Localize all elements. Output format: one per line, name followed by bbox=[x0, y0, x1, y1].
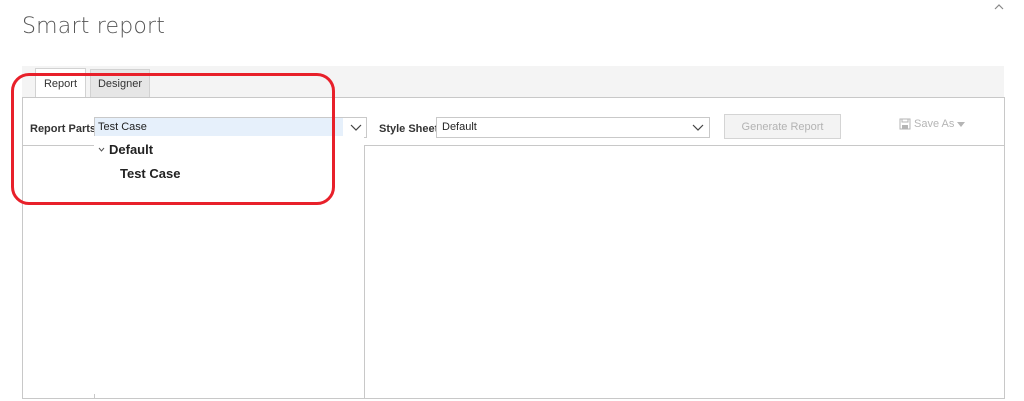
generate-report-button[interactable]: Generate Report bbox=[724, 114, 841, 139]
save-as-button[interactable]: Save As bbox=[899, 118, 966, 130]
tab-designer-label: Designer bbox=[97, 77, 143, 90]
window-title: Smart report bbox=[22, 14, 166, 39]
tab-report[interactable]: Report bbox=[35, 68, 86, 98]
tree-pane-divider bbox=[364, 145, 365, 398]
report-parts-dropdown-list[interactable]: Default Test Case bbox=[94, 136, 364, 394]
style-sheet-label: Style Sheet: bbox=[379, 123, 442, 135]
expand-chevron-icon[interactable] bbox=[98, 146, 105, 153]
caret-down-icon bbox=[957, 122, 966, 127]
tab-report-label: Report bbox=[43, 77, 78, 90]
style-sheet-combobox[interactable]: Default bbox=[436, 117, 710, 138]
chevron-down-icon[interactable] bbox=[350, 121, 362, 133]
chevron-down-icon[interactable] bbox=[692, 121, 704, 133]
report-parts-label: Report Parts: bbox=[30, 123, 100, 135]
report-parts-combobox[interactable]: Test Case bbox=[94, 117, 367, 138]
save-as-label: Save As bbox=[914, 118, 955, 130]
tree-node-default-label: Default bbox=[109, 142, 154, 157]
report-parts-value: Test Case bbox=[95, 118, 343, 137]
tab-bar: Report Designer bbox=[22, 66, 1004, 98]
tree-node-default[interactable]: Default bbox=[98, 142, 153, 157]
tab-designer[interactable]: Designer bbox=[90, 69, 150, 97]
style-sheet-value: Default bbox=[442, 121, 477, 133]
save-icon bbox=[899, 118, 911, 130]
report-panel: Report Parts: Test Case Style Sheet: Def… bbox=[22, 97, 1005, 399]
tree-node-test-case[interactable]: Test Case bbox=[120, 166, 180, 181]
collapse-chevron-up-icon[interactable] bbox=[992, 0, 1006, 14]
